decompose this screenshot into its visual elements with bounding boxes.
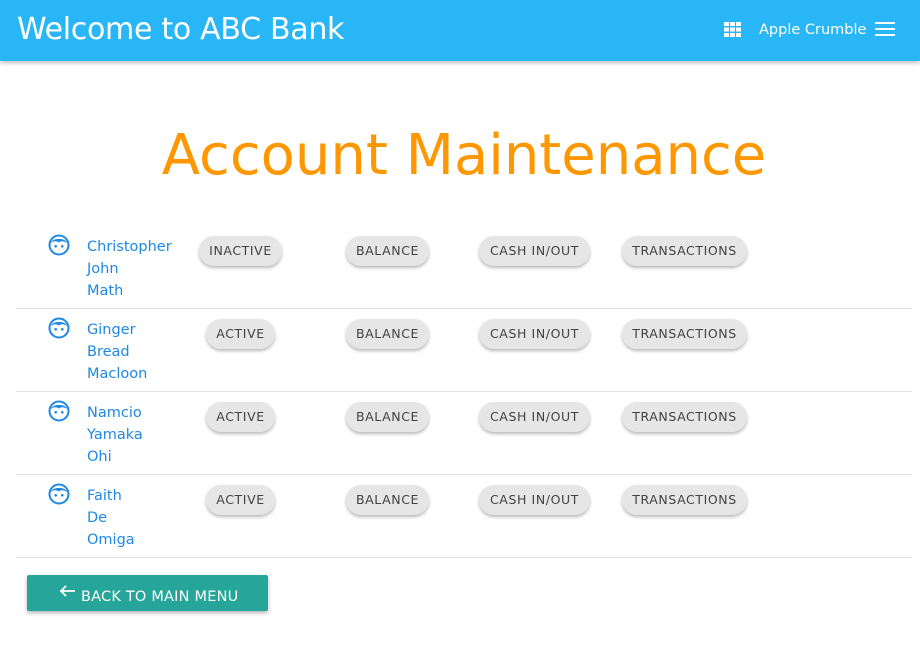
balance-button[interactable]: BALANCE — [346, 402, 429, 432]
page-title: Account Maintenance — [161, 123, 767, 188]
account-holder-name[interactable]: Faith De Omiga — [87, 485, 135, 551]
first-name[interactable]: Ginger — [87, 319, 147, 341]
middle-name[interactable]: De — [87, 507, 135, 529]
app-bar: Welcome to ABC Bank Apple Crumble — [0, 0, 920, 61]
status-active-button[interactable]: ACTIVE — [206, 402, 275, 432]
back-button-label: BACK TO MAIN MENU — [81, 589, 239, 605]
account-holder-name[interactable]: Ginger Bread Macloon — [87, 319, 147, 385]
face-icon — [48, 234, 70, 256]
first-name[interactable]: Namcio — [87, 402, 143, 424]
first-name[interactable]: Christopher — [87, 236, 172, 258]
first-name[interactable]: Faith — [87, 485, 135, 507]
balance-button[interactable]: BALANCE — [346, 236, 429, 266]
cash-in-out-button[interactable]: CASH IN/OUT — [479, 485, 590, 515]
cash-in-out-button[interactable]: CASH IN/OUT — [479, 402, 590, 432]
account-row: Christopher John Math INACTIVE BALANCE C… — [16, 226, 912, 309]
account-holder-name[interactable]: Namcio Yamaka Ohi — [87, 402, 143, 468]
cash-in-out-button[interactable]: CASH IN/OUT — [479, 236, 590, 266]
balance-button[interactable]: BALANCE — [346, 319, 429, 349]
arrow-left-icon — [59, 585, 75, 597]
account-row: Faith De Omiga ACTIVE BALANCE CASH IN/OU… — [16, 475, 912, 558]
last-name[interactable]: Omiga — [87, 529, 135, 551]
account-row: Namcio Yamaka Ohi ACTIVE BALANCE CASH IN… — [16, 392, 912, 475]
transactions-button[interactable]: TRANSACTIONS — [622, 485, 747, 515]
transactions-button[interactable]: TRANSACTIONS — [622, 319, 747, 349]
last-name[interactable]: Macloon — [87, 363, 147, 385]
status-inactive-button[interactable]: INACTIVE — [199, 236, 282, 266]
middle-name[interactable]: Yamaka — [87, 424, 143, 446]
status-active-button[interactable]: ACTIVE — [206, 319, 275, 349]
face-icon — [48, 317, 70, 339]
account-row: Ginger Bread Macloon ACTIVE BALANCE CASH… — [16, 309, 912, 392]
user-name[interactable]: Apple Crumble — [759, 20, 866, 40]
balance-button[interactable]: BALANCE — [346, 485, 429, 515]
transactions-button[interactable]: TRANSACTIONS — [622, 236, 747, 266]
account-holder-name[interactable]: Christopher John Math — [87, 236, 172, 302]
account-list: Christopher John Math INACTIVE BALANCE C… — [16, 226, 912, 558]
status-active-button[interactable]: ACTIVE — [206, 485, 275, 515]
middle-name[interactable]: Bread — [87, 341, 147, 363]
middle-name[interactable]: John — [87, 258, 172, 280]
cash-in-out-button[interactable]: CASH IN/OUT — [479, 319, 590, 349]
last-name[interactable]: Math — [87, 280, 172, 302]
back-to-main-menu-button[interactable]: BACK TO MAIN MENU — [27, 575, 268, 611]
hamburger-menu-icon[interactable] — [875, 21, 895, 37]
transactions-button[interactable]: TRANSACTIONS — [622, 402, 747, 432]
last-name[interactable]: Ohi — [87, 446, 143, 468]
face-icon — [48, 483, 70, 505]
app-title: Welcome to ABC Bank — [17, 12, 345, 47]
apps-grid-icon[interactable] — [724, 22, 741, 37]
face-icon — [48, 400, 70, 422]
